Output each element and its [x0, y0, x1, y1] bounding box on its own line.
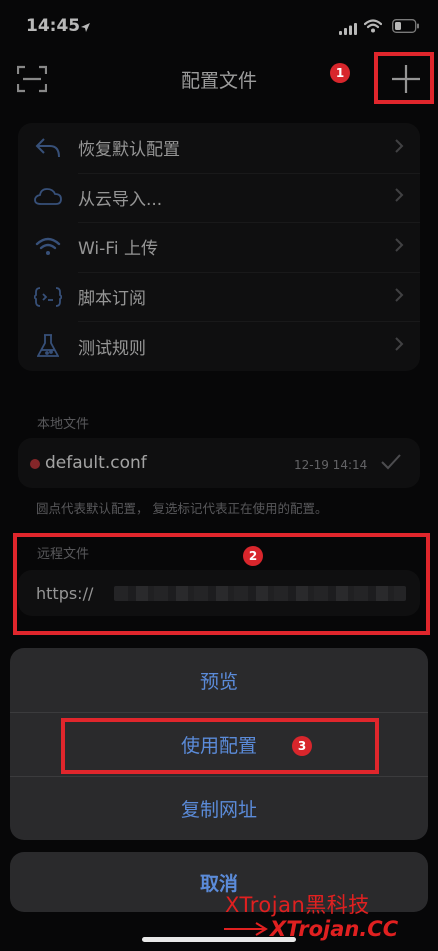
annotation-badge-1: 1	[330, 63, 350, 83]
watermark-arrow-icon	[224, 921, 268, 940]
test-rules-label: 测试规则	[78, 338, 146, 359]
annotation-badge-2: 2	[243, 546, 263, 566]
highlight-box-use-config	[61, 718, 379, 774]
watermark-line-2: XTrojan.CC	[270, 917, 399, 941]
wifi-icon	[18, 237, 78, 257]
script-subscription-row[interactable]: 脚本订阅	[18, 271, 420, 322]
default-config-dot	[30, 459, 40, 469]
local-file-name: default.conf	[45, 453, 147, 473]
import-cloud-row[interactable]: 从云导入...	[18, 172, 420, 223]
preview-button[interactable]: 预览	[10, 648, 428, 712]
cloud-icon	[18, 188, 78, 206]
annotation-badge-3: 3	[292, 736, 312, 756]
flask-icon	[18, 334, 78, 358]
chevron-right-icon	[394, 138, 420, 158]
chevron-right-icon	[394, 187, 420, 207]
page-title: 配置文件	[180, 70, 257, 92]
highlight-box-remote	[13, 533, 430, 635]
status-time: 14:45	[26, 16, 81, 36]
screen: 14:45 配置文件 恢复默认配置 从云导入... Wi-Fi 上传 脚本订阅 …	[0, 0, 438, 951]
import-cloud-label: 从云导入...	[78, 189, 163, 210]
location-arrow-icon	[80, 18, 91, 37]
chevron-right-icon	[394, 287, 420, 307]
local-files-section-label: 本地文件	[37, 417, 90, 432]
local-file-date: 12-19 14:14	[294, 458, 368, 472]
battery-icon	[392, 18, 420, 37]
nav-bar: 配置文件	[0, 50, 438, 104]
chevron-right-icon	[394, 237, 420, 257]
local-file-row[interactable]: default.conf 12-19 14:14	[18, 438, 420, 488]
watermark-line-1: XTrojan黑科技	[225, 893, 370, 917]
restore-default-row[interactable]: 恢复默认配置	[18, 123, 420, 173]
config-actions-list: 恢复默认配置 从云导入... Wi-Fi 上传 脚本订阅 测试规则	[18, 123, 420, 371]
chevron-right-icon	[394, 336, 420, 356]
status-bar: 14:45	[0, 0, 438, 50]
test-rules-row[interactable]: 测试规则	[18, 321, 420, 371]
highlight-box-add	[374, 52, 434, 104]
script-subscription-label: 脚本订阅	[78, 289, 146, 310]
local-files-hint: 圆点代表默认配置， 复选标记代表正在使用的配置。	[36, 501, 328, 516]
undo-arrow-icon	[18, 137, 78, 159]
cellular-signal-icon	[339, 20, 358, 39]
restore-default-label: 恢复默认配置	[78, 140, 180, 161]
copy-url-button[interactable]: 复制网址	[10, 776, 428, 840]
wifi-status-icon	[363, 18, 383, 37]
script-braces-icon	[18, 286, 78, 307]
wifi-upload-label: Wi-Fi 上传	[78, 239, 158, 260]
wifi-upload-row[interactable]: Wi-Fi 上传	[18, 222, 420, 272]
checkmark-icon	[380, 453, 402, 475]
